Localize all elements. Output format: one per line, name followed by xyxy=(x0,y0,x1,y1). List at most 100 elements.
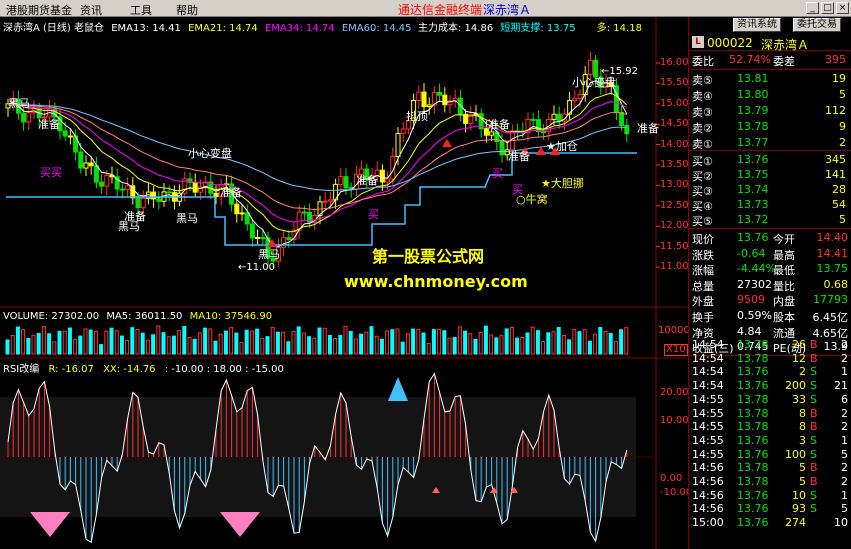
tick-row[interactable]: 14:54 13.78 12 B 2 xyxy=(689,352,851,366)
tick-side: B xyxy=(810,338,818,351)
volume-bar xyxy=(322,327,327,355)
ad-banner[interactable]: 通达信金融终端 xyxy=(398,1,482,18)
ask-row[interactable]: 卖② 13.78 9 xyxy=(689,119,851,135)
candle-body xyxy=(119,188,125,191)
ask-row[interactable]: 卖③ 13.79 112 xyxy=(689,103,851,119)
volume-axis-top: 10000 xyxy=(658,325,690,336)
stat-label: 今开 xyxy=(773,233,795,246)
tick-time: 14:54 xyxy=(692,365,724,379)
candle-body xyxy=(260,237,266,240)
l2-icon[interactable]: L xyxy=(692,36,704,48)
minimize-icon[interactable]: _ xyxy=(806,2,819,14)
candle-body xyxy=(21,112,27,123)
tick-price: 13.76 xyxy=(737,488,769,502)
volume-bar xyxy=(270,327,275,355)
volume-bar xyxy=(192,338,197,355)
bid-volume: 28 xyxy=(832,183,846,196)
annotation-mai2: 买 xyxy=(492,167,503,180)
annotation-high: ←15.92 xyxy=(601,66,639,77)
tick-row[interactable]: 14:55 13.76 3 S 1 xyxy=(689,434,851,448)
candle-body xyxy=(255,237,261,240)
stat-row: 总量 27302 量比 0.68 xyxy=(689,277,851,293)
tick-count: 2 xyxy=(841,351,848,365)
tick-volume: 8 xyxy=(799,406,806,420)
tick-row[interactable]: 14:54 13.76 2 S 1 xyxy=(689,365,851,379)
watermark-url: www.chnmoney.com xyxy=(344,272,528,291)
candle-body xyxy=(426,104,432,108)
stock-name: 深赤湾Ａ xyxy=(761,38,810,52)
menu-item-hk[interactable]: 港股期货基金 xyxy=(6,2,72,18)
menu-item-tools[interactable]: 工具 xyxy=(130,2,152,18)
volume-bar xyxy=(598,327,603,355)
tick-row[interactable]: 14:55 13.78 33 S 6 xyxy=(689,393,851,407)
ask-label: 卖③ xyxy=(692,106,713,119)
menu-item-help[interactable]: 帮助 xyxy=(176,2,198,18)
candle-body xyxy=(541,131,547,134)
ask-row[interactable]: 卖⑤ 13.81 19 xyxy=(689,71,851,87)
annotation-zhunbei1: 准备 xyxy=(38,118,60,131)
ema-line xyxy=(7,92,628,233)
annotation-heima3: 黑马 xyxy=(176,212,198,225)
tick-time: 14:55 xyxy=(692,433,724,447)
buy-arrow-icon xyxy=(536,147,546,155)
bid-volume: 5 xyxy=(839,213,846,226)
volume-bar xyxy=(379,338,384,355)
tick-row[interactable]: 14:56 13.76 93 S 5 xyxy=(689,502,851,516)
close-icon[interactable]: × xyxy=(836,2,849,14)
tick-row[interactable]: 14:56 13.76 10 S 1 xyxy=(689,489,851,503)
tick-row[interactable]: 14:55 13.76 100 S 5 xyxy=(689,448,851,462)
ask-row[interactable]: 卖④ 13.80 5 xyxy=(689,87,851,103)
bid-row[interactable]: 买⑤ 13.72 5 xyxy=(689,212,851,228)
ask-volume: 19 xyxy=(832,72,846,85)
candle-body xyxy=(556,113,562,122)
info-system-button[interactable]: 资讯系统 xyxy=(733,18,781,32)
tick-price: 13.76 xyxy=(737,516,769,530)
menu-item-info[interactable]: 资讯 xyxy=(80,2,102,18)
volume-bar xyxy=(509,326,514,355)
tick-row[interactable]: 14:56 13.78 5 B 2 xyxy=(689,461,851,475)
volume-bar xyxy=(177,330,182,355)
tick-row[interactable]: 14:56 13.78 5 B 2 xyxy=(689,475,851,489)
volume-bar xyxy=(5,339,10,355)
tick-count: 2 xyxy=(841,420,848,434)
tick-row[interactable]: 15:00 13.76 274 10 xyxy=(689,516,851,530)
volume-bar xyxy=(161,332,166,355)
chart-area[interactable]: 深赤湾A (日线) 老鼠仓 EMA13: 14.41 EMA21: 14.74 … xyxy=(0,17,692,549)
stat-label: 股本 xyxy=(773,311,795,324)
trade-button[interactable]: 委托交易 xyxy=(793,18,841,32)
bid-row[interactable]: 买② 13.75 141 xyxy=(689,167,851,183)
main-chart-header: 深赤湾A (日线) 老鼠仓 EMA13: 14.41 EMA21: 14.74 … xyxy=(3,19,412,34)
tick-row[interactable]: 14:54 13.78 26 B 2 xyxy=(689,338,851,352)
ask-row[interactable]: 卖① 13.77 2 xyxy=(689,135,851,151)
tick-row[interactable]: 14:54 13.76 200 S 21 xyxy=(689,379,851,393)
tick-row[interactable]: 14:55 13.78 8 B 2 xyxy=(689,420,851,434)
volume-bar xyxy=(619,329,624,355)
tick-volume: 2 xyxy=(799,365,806,379)
candle-body xyxy=(379,169,385,183)
bid-row[interactable]: 买③ 13.74 28 xyxy=(689,182,851,198)
candle-body xyxy=(421,91,427,108)
volume-bar xyxy=(171,335,176,355)
candle-body xyxy=(322,200,328,203)
volume-bar xyxy=(26,337,31,355)
bid-price: 13.72 xyxy=(737,213,769,226)
volume-bar xyxy=(603,330,608,355)
candle-body xyxy=(400,128,406,135)
volume-bar xyxy=(130,327,135,355)
tick-count: 10 xyxy=(834,516,848,530)
volume-bar xyxy=(327,334,332,355)
stat-value: 4.84 xyxy=(737,324,762,338)
volume-bar xyxy=(104,330,109,355)
tick-row[interactable]: 14:55 13.78 8 B 2 xyxy=(689,407,851,421)
volume-bar xyxy=(296,326,301,355)
volume-bar xyxy=(416,328,421,355)
annotation-low: ←11.00 xyxy=(238,262,276,273)
candle-body xyxy=(530,118,536,121)
bid-row[interactable]: 买① 13.76 345 xyxy=(689,152,851,168)
rsi-axis-label: 10.00 xyxy=(660,415,689,426)
bid-row[interactable]: 买④ 13.73 54 xyxy=(689,197,851,213)
maximize-icon[interactable]: □ xyxy=(821,2,834,14)
stat-value: 6.45亿 xyxy=(812,311,849,324)
ema60-label: EMA60: 14.45 xyxy=(341,23,412,34)
tick-count: 1 xyxy=(841,433,848,447)
